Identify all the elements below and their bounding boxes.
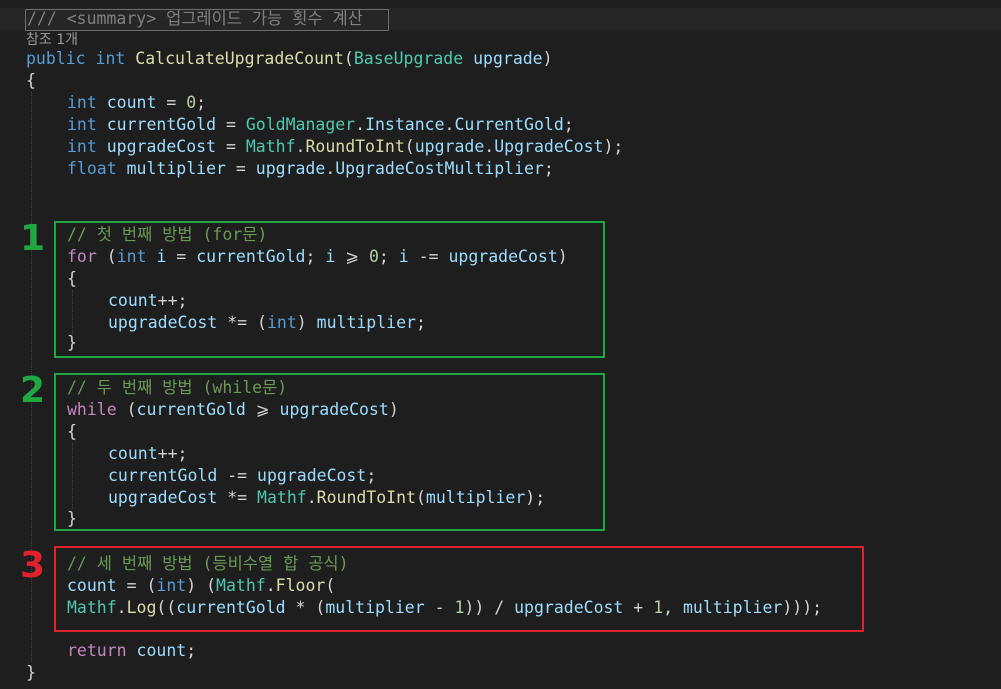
- code-line: count++;: [108, 291, 188, 310]
- code-line: for (int i = currentGold; i ⩾ 0; i -= up…: [67, 247, 568, 266]
- code-line: int currentGold = GoldManager.Instance.C…: [67, 115, 574, 134]
- method-open-brace: {: [26, 71, 36, 90]
- code-line: return count;: [67, 641, 197, 660]
- comment-method3: // 세 번째 방법 (등비수열 합 공식): [67, 554, 349, 573]
- code-line: upgradeCost *= Mathf.RoundToInt(multipli…: [108, 488, 546, 507]
- references-codelens[interactable]: 참조 1개: [26, 29, 78, 49]
- code-line: {: [67, 269, 77, 288]
- code-editor[interactable]: { "editor": { "codelens": "참조 1개", "line…: [0, 0, 1001, 689]
- doc-summary-comment: /// <summary> 업그레이드 가능 횟수 계산: [27, 9, 363, 28]
- comment-method1: // 첫 번째 방법 (for문): [67, 225, 268, 244]
- code-line: Mathf.Log((currentGold * (multiplier - 1…: [67, 598, 823, 617]
- code-line: }: [67, 509, 77, 528]
- code-line: while (currentGold ⩾ upgradeCost): [67, 400, 399, 419]
- code-line: int upgradeCost = Mathf.RoundToInt(upgra…: [67, 137, 624, 156]
- code-line: count++;: [108, 444, 188, 463]
- code-line: count = (int) (Mathf.Floor(: [67, 576, 336, 595]
- code-line: }: [67, 333, 77, 352]
- method-close-brace: }: [26, 663, 36, 682]
- annotation-number-1: 1: [20, 218, 46, 259]
- code-line: int count = 0;: [67, 93, 207, 112]
- annotation-number-2: 2: [20, 370, 46, 411]
- annotation-number-3: 3: [20, 545, 46, 586]
- code-line: upgradeCost *= (int) multiplier;: [108, 313, 426, 332]
- method-signature: public int CalculateUpgradeCount(BaseUpg…: [26, 49, 553, 68]
- code-line: float multiplier = upgrade.UpgradeCostMu…: [67, 159, 554, 178]
- comment-method2: // 두 번째 방법 (while문): [67, 378, 288, 397]
- code-line: {: [67, 422, 77, 441]
- code-line: currentGold -= upgradeCost;: [108, 466, 377, 485]
